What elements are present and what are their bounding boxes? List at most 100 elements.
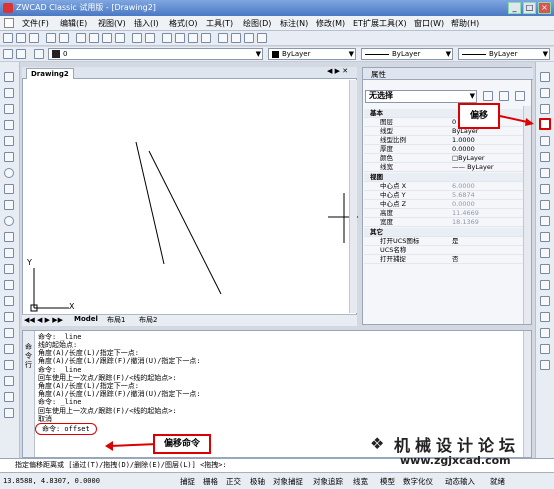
status-osnap[interactable]: 对象捕捉 bbox=[273, 476, 303, 487]
menu-insert[interactable]: 插入(I) bbox=[134, 17, 159, 30]
drawing-canvas[interactable] bbox=[23, 68, 358, 326]
edit-poly-icon[interactable] bbox=[540, 344, 550, 354]
ellipse-arc-tool-icon[interactable] bbox=[4, 232, 14, 242]
stretch-icon[interactable] bbox=[540, 200, 550, 210]
status-snap[interactable]: 捕捉 bbox=[180, 476, 195, 487]
rotate-icon[interactable] bbox=[540, 168, 550, 178]
design-center-icon[interactable] bbox=[231, 33, 241, 43]
dim-icon[interactable] bbox=[540, 360, 550, 370]
hatch-fill-icon[interactable] bbox=[4, 376, 14, 386]
selection-select[interactable]: 无选择 ▼ bbox=[365, 90, 477, 103]
properties-icon[interactable] bbox=[218, 33, 228, 43]
menu-et-tools[interactable]: ET扩展工具(X) bbox=[353, 17, 407, 30]
table-tool-icon[interactable] bbox=[4, 328, 14, 338]
tab-scroll-icon[interactable]: ◀◀ ◀ ▶ ▶▶ bbox=[24, 316, 63, 324]
prop-row[interactable]: 颜色 □ByLayer bbox=[364, 154, 524, 163]
color-select[interactable]: ByLayer ▼ bbox=[268, 48, 356, 60]
section-view[interactable]: 视图 bbox=[364, 173, 524, 182]
pan-icon[interactable] bbox=[162, 33, 172, 43]
menu-view[interactable]: 视图(V) bbox=[98, 17, 126, 30]
zoom-previous-icon[interactable] bbox=[201, 33, 211, 43]
new-icon[interactable] bbox=[3, 33, 13, 43]
break-point-icon[interactable] bbox=[540, 248, 550, 258]
drawing-area[interactable]: Y X bbox=[22, 67, 358, 326]
layer-manager-icon[interactable] bbox=[3, 49, 13, 59]
make-block-icon[interactable] bbox=[4, 264, 14, 274]
lineweight-select[interactable]: ByLayer ▼ bbox=[458, 48, 550, 60]
region-tool-icon[interactable] bbox=[4, 312, 14, 322]
chamfer-icon[interactable] bbox=[540, 296, 550, 306]
prop-row[interactable]: 高度 11.4669 bbox=[364, 209, 524, 218]
zoom-window-icon[interactable] bbox=[188, 33, 198, 43]
line-tool-icon[interactable] bbox=[4, 72, 14, 82]
tab-nav-icon[interactable]: ◀ ▶ ✕ bbox=[327, 67, 348, 75]
properties-scrollbar[interactable] bbox=[523, 106, 531, 324]
prop-row[interactable]: 打开捕捉 否 bbox=[364, 255, 524, 264]
erase-icon[interactable] bbox=[540, 72, 550, 82]
copy-icon[interactable] bbox=[89, 33, 99, 43]
drawn-line[interactable] bbox=[135, 141, 165, 265]
print-icon[interactable] bbox=[46, 33, 56, 43]
grid-tool-icon[interactable] bbox=[4, 392, 14, 402]
prop-row[interactable]: 中心点 Z 0.0000 bbox=[364, 200, 524, 209]
fillet-icon[interactable] bbox=[540, 312, 550, 322]
redo-icon[interactable] bbox=[145, 33, 155, 43]
prop-row[interactable]: 线宽 —— ByLayer bbox=[364, 163, 524, 172]
drawn-line[interactable] bbox=[148, 150, 222, 295]
copy-object-icon[interactable] bbox=[540, 88, 550, 98]
paste-icon[interactable] bbox=[102, 33, 112, 43]
maximize-button[interactable]: □ bbox=[523, 2, 536, 14]
close-button[interactable]: × bbox=[538, 2, 551, 14]
menu-edit[interactable]: 编辑(E) bbox=[60, 17, 87, 30]
match-prop-icon[interactable] bbox=[115, 33, 125, 43]
select-objects-icon[interactable] bbox=[499, 91, 509, 101]
break-icon[interactable] bbox=[540, 264, 550, 274]
ray-tool-icon[interactable] bbox=[4, 88, 14, 98]
section-other[interactable]: 其它 bbox=[364, 228, 524, 237]
open-icon[interactable] bbox=[16, 33, 26, 43]
rectangle-tool-icon[interactable] bbox=[4, 136, 14, 146]
status-dynamic-input[interactable]: 动态输入 bbox=[445, 476, 475, 487]
layer-tool-icon[interactable] bbox=[4, 360, 14, 370]
scale-icon[interactable] bbox=[540, 184, 550, 194]
ellipse-tool-icon[interactable] bbox=[4, 216, 14, 226]
mtext-tool-icon[interactable] bbox=[4, 344, 14, 354]
text-tool-icon[interactable] bbox=[4, 408, 14, 418]
zoom-realtime-icon[interactable] bbox=[175, 33, 185, 43]
revcloud-tool-icon[interactable] bbox=[4, 184, 14, 194]
tab-drawing2[interactable]: Drawing2 bbox=[26, 68, 74, 79]
trim-icon[interactable] bbox=[540, 216, 550, 226]
menu-modify[interactable]: 修改(M) bbox=[316, 17, 345, 30]
arc-tool-icon[interactable] bbox=[4, 152, 14, 162]
status-tablet[interactable]: 数字化仪 bbox=[403, 476, 433, 487]
tab-layout1[interactable]: 布局1 bbox=[107, 315, 125, 325]
layer-on-icon[interactable] bbox=[34, 49, 44, 59]
undo-icon[interactable] bbox=[132, 33, 142, 43]
polygon-tool-icon[interactable] bbox=[4, 120, 14, 130]
prop-row[interactable]: 打开UCS图标 是 bbox=[364, 237, 524, 246]
mirror-icon[interactable] bbox=[540, 104, 550, 114]
prop-row[interactable]: 厚度 0.0000 bbox=[364, 145, 524, 154]
tab-layout2[interactable]: 布局2 bbox=[139, 315, 157, 325]
status-ortho[interactable]: 正交 bbox=[226, 476, 241, 487]
tab-model[interactable]: Model bbox=[74, 315, 98, 323]
menu-tools[interactable]: 工具(T) bbox=[206, 17, 233, 30]
status-polar[interactable]: 极轴 bbox=[250, 476, 265, 487]
drawing-vertical-scrollbar[interactable] bbox=[349, 80, 357, 313]
join-icon[interactable] bbox=[540, 280, 550, 290]
layer-state-icon[interactable] bbox=[16, 49, 26, 59]
minimize-button[interactable]: _ bbox=[508, 2, 521, 14]
prop-row[interactable]: 宽度 18.1369 bbox=[364, 218, 524, 227]
menu-window[interactable]: 窗口(W) bbox=[414, 17, 444, 30]
menu-format[interactable]: 格式(O) bbox=[169, 17, 198, 30]
move-icon[interactable] bbox=[540, 152, 550, 162]
command-prompt[interactable]: 指定偏移距离或 [通过(T)/拖拽(D)/删除(E)/图层(L)] <拖拽>: bbox=[15, 461, 227, 469]
cut-icon[interactable] bbox=[76, 33, 86, 43]
linetype-select[interactable]: ByLayer ▼ bbox=[361, 48, 453, 60]
status-otrack[interactable]: 对象追踪 bbox=[313, 476, 343, 487]
menu-draw[interactable]: 绘图(D) bbox=[243, 17, 271, 30]
quick-select-icon[interactable] bbox=[483, 91, 493, 101]
array-icon[interactable] bbox=[540, 136, 550, 146]
preview-icon[interactable] bbox=[59, 33, 69, 43]
save-icon[interactable] bbox=[29, 33, 39, 43]
